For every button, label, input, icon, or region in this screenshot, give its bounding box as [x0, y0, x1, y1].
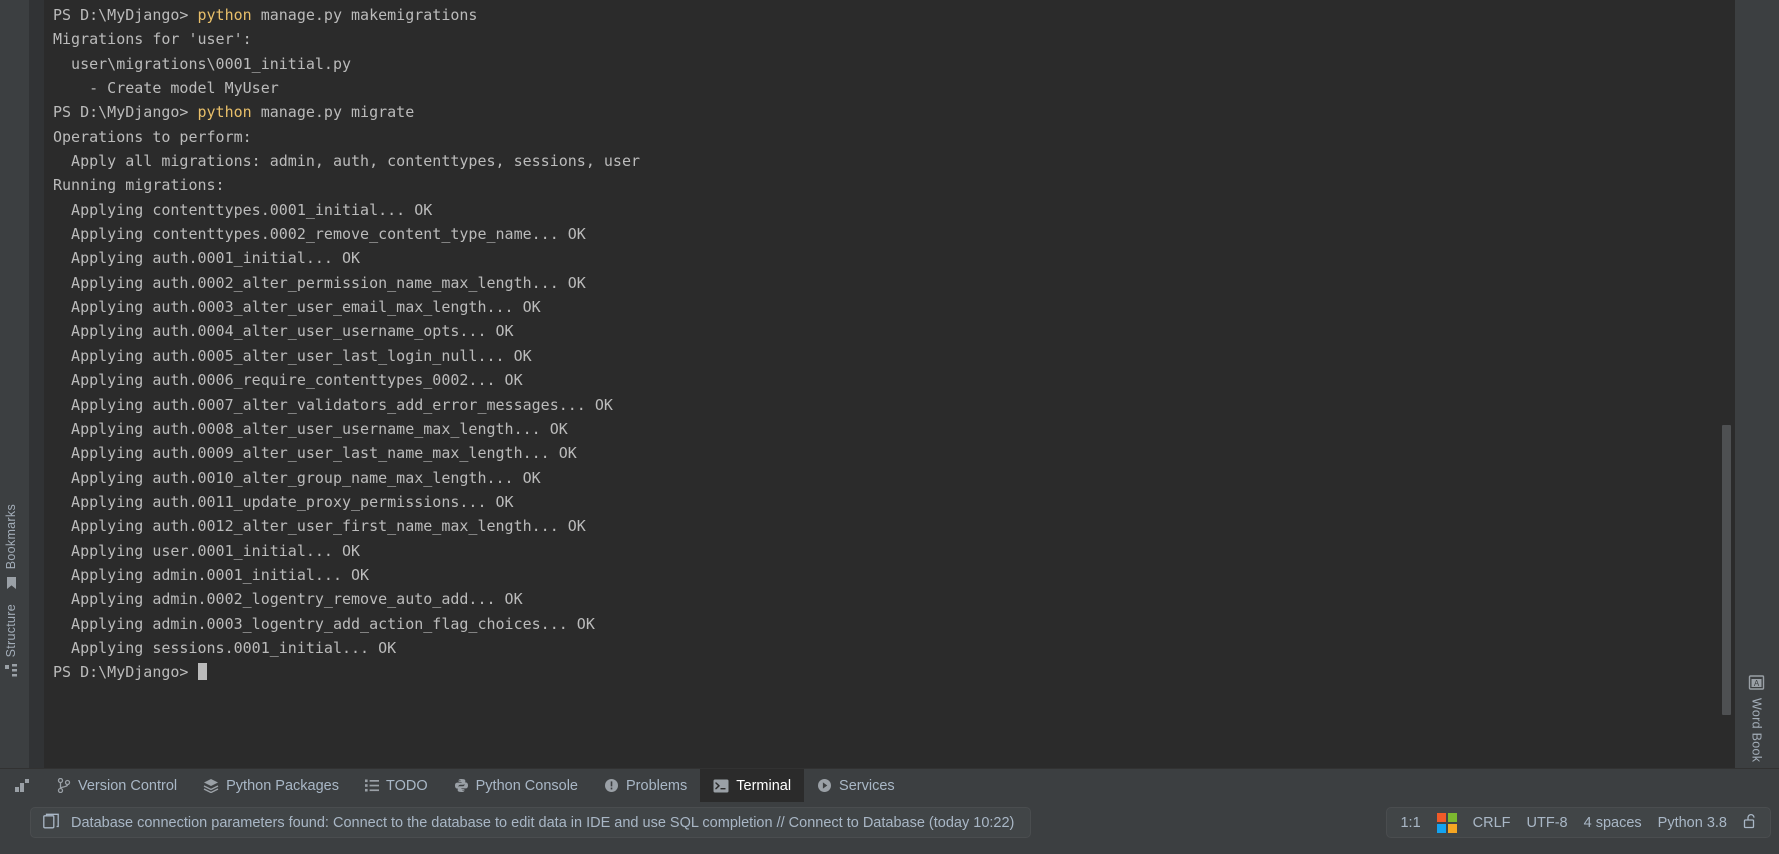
- terminal-line: Migrations for 'user':: [53, 30, 252, 49]
- sidebar-item-word-book[interactable]: A Word Book: [1746, 670, 1767, 766]
- terminal-line: Applying auth.0010_alter_group_name_max_…: [53, 468, 541, 487]
- tab-services[interactable]: Services: [804, 769, 908, 803]
- bookmark-icon: [5, 576, 18, 591]
- terminal-line: Applying auth.0012_alter_user_first_name…: [53, 517, 586, 536]
- tab-python-packages-label: Python Packages: [226, 777, 339, 794]
- terminal-line: Applying admin.0001_initial... OK: [53, 565, 370, 584]
- tab-version-control[interactable]: Version Control: [44, 769, 190, 803]
- tab-services-label: Services: [839, 777, 895, 794]
- tab-terminal-label: Terminal: [736, 777, 792, 794]
- svg-text:A: A: [1754, 679, 1760, 688]
- terminal-line: Applying auth.0001_initial... OK: [53, 249, 361, 268]
- play-circle-icon: [817, 778, 832, 793]
- caret-position[interactable]: 1:1: [1400, 815, 1420, 831]
- tab-terminal[interactable]: Terminal: [700, 768, 805, 803]
- terminal-output[interactable]: PS D:\MyDjango> python manage.py makemig…: [44, 0, 1735, 768]
- status-message-text: Database connection parameters found: Co…: [71, 814, 1015, 831]
- terminal-line: Running migrations:: [53, 176, 225, 195]
- terminal-line: Applying auth.0006_require_contenttypes_…: [53, 371, 523, 390]
- terminal-line: Applying auth.0011_update_proxy_permissi…: [53, 492, 514, 511]
- sidebar-item-bookmarks[interactable]: Bookmarks: [2, 500, 20, 595]
- tab-problems[interactable]: Problems: [591, 769, 700, 803]
- terminal-panel[interactable]: PS D:\MyDjango> python manage.py makemig…: [29, 0, 1735, 768]
- tab-python-console-label: Python Console: [475, 777, 578, 794]
- tab-todo[interactable]: TODO: [352, 769, 441, 803]
- terminal-line: Applying auth.0005_alter_user_last_login…: [53, 346, 532, 365]
- terminal-line: user\migrations\0001_initial.py: [53, 54, 352, 73]
- terminal-line: Applying auth.0008_alter_user_username_m…: [53, 419, 568, 438]
- terminal-line: Applying contenttypes.0001_initial... OK: [53, 200, 433, 219]
- windows-logo-icon[interactable]: [1436, 812, 1457, 833]
- terminal-line: PS D:\MyDjango>: [53, 660, 1735, 684]
- warning-circle-icon: [604, 778, 619, 793]
- terminal-line: Applying auth.0004_alter_user_username_o…: [53, 322, 514, 341]
- left-tool-strip: Bookmarks Structure: [0, 0, 29, 768]
- more-tool-windows-icon[interactable]: [0, 769, 44, 803]
- sidebar-item-structure-label: Structure: [4, 604, 18, 658]
- book-icon: A: [1748, 674, 1765, 691]
- status-bar: Database connection parameters found: Co…: [0, 802, 1779, 854]
- terminal-gutter: [29, 0, 44, 768]
- terminal-line: Applying sessions.0001_initial... OK: [53, 638, 397, 657]
- indent-setting[interactable]: 4 spaces: [1584, 815, 1642, 831]
- terminal-line: PS D:\MyDjango> python manage.py migrate: [53, 103, 415, 122]
- terminal-line: Apply all migrations: admin, auth, conte…: [53, 152, 640, 171]
- list-icon: [365, 779, 379, 792]
- terminal-line: Applying user.0001_initial... OK: [53, 541, 361, 560]
- sidebar-item-bookmarks-label: Bookmarks: [4, 504, 18, 570]
- terminal-line: Applying admin.0003_logentry_add_action_…: [53, 614, 595, 633]
- tab-version-control-label: Version Control: [78, 777, 178, 794]
- terminal-line: Operations to perform:: [53, 127, 252, 146]
- terminal-line: Applying auth.0002_alter_permission_name…: [53, 273, 586, 292]
- branch-icon: [57, 778, 71, 793]
- file-encoding[interactable]: UTF-8: [1527, 815, 1568, 831]
- status-message[interactable]: Database connection parameters found: Co…: [30, 807, 1032, 838]
- terminal-line: Applying auth.0009_alter_user_last_name_…: [53, 444, 577, 463]
- terminal-line: Applying auth.0003_alter_user_email_max_…: [53, 298, 541, 317]
- unlocked-lock-icon[interactable]: [1743, 813, 1757, 833]
- tab-python-console[interactable]: Python Console: [441, 769, 591, 803]
- terminal-line: Applying admin.0002_logentry_remove_auto…: [53, 590, 523, 609]
- ide-window: Bookmarks Structure A Word Book PS D:\My…: [0, 0, 1779, 854]
- stack-icon: [203, 778, 219, 793]
- console-icon: [713, 779, 729, 793]
- sidebar-item-structure[interactable]: Structure: [2, 600, 20, 681]
- terminal-line: Applying auth.0007_alter_validators_add_…: [53, 395, 613, 414]
- tab-python-packages[interactable]: Python Packages: [190, 769, 352, 803]
- terminal-cursor: [197, 663, 207, 681]
- python-icon: [454, 778, 469, 793]
- sidebar-item-word-book-label: Word Book: [1749, 698, 1764, 763]
- database-icon: [43, 813, 59, 833]
- terminal-line: - Create model MyUser: [53, 79, 279, 98]
- right-tool-strip: A Word Book: [1735, 0, 1779, 768]
- terminal-line: Applying contenttypes.0002_remove_conten…: [53, 225, 586, 244]
- terminal-scrollbar[interactable]: [1722, 425, 1731, 715]
- status-bar-right: 1:1 CRLF UTF-8 4 spaces Python 3.8: [1386, 807, 1771, 838]
- python-interpreter[interactable]: Python 3.8: [1658, 815, 1727, 831]
- line-separator[interactable]: CRLF: [1473, 815, 1511, 831]
- tab-todo-label: TODO: [386, 777, 428, 794]
- tool-window-tabbar: Version Control Python Packages TODO Pyt…: [0, 768, 1779, 803]
- terminal-line: PS D:\MyDjango> python manage.py makemig…: [53, 6, 478, 24]
- structure-icon: [4, 664, 18, 677]
- tab-problems-label: Problems: [626, 777, 688, 794]
